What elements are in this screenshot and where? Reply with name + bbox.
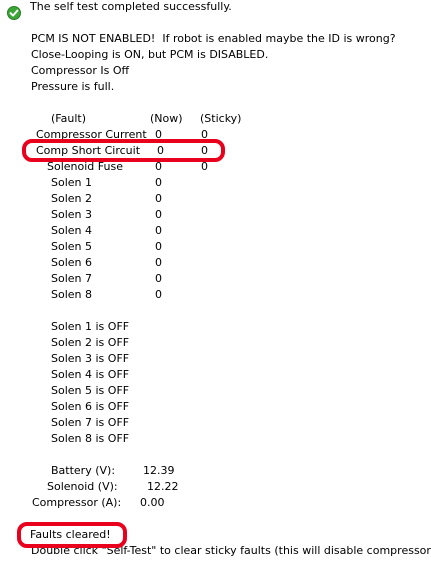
close-loop-status: Close-Looping is ON, but PCM is DISABLED… xyxy=(31,48,269,61)
solenoid-state-8: Solen 8 is OFF xyxy=(51,432,130,445)
green-check-icon xyxy=(7,6,21,20)
fault-now-solen-2: 0 xyxy=(155,192,162,205)
status-icon xyxy=(7,6,21,20)
compressor-current-value: 0.00 xyxy=(140,496,165,509)
fault-now-solenoid-fuse: 0 xyxy=(155,160,162,173)
fault-now-solen-7: 0 xyxy=(155,272,162,285)
faults-cleared-highlight xyxy=(17,522,127,548)
solenoid-state-5: Solen 5 is OFF xyxy=(51,384,130,397)
solenoid-state-4: Solen 4 is OFF xyxy=(51,368,130,381)
solenoid-state-6: Solen 6 is OFF xyxy=(51,400,130,413)
fault-now-solen-4: 0 xyxy=(155,224,162,237)
fault-name-solen-8: Solen 8 xyxy=(51,288,93,301)
fault-name-solen-2: Solen 2 xyxy=(51,192,93,205)
fault-now-solen-8: 0 xyxy=(155,288,162,301)
status-message: The self test completed successfully. xyxy=(30,0,232,13)
battery-voltage-label: Battery (V): xyxy=(51,464,116,477)
fault-sticky-solenoid-fuse: 0 xyxy=(201,160,208,173)
solenoid-voltage-label: Solenoid (V): xyxy=(47,480,118,493)
fault-name-solen-6: Solen 6 xyxy=(51,256,93,269)
compressor-status: Compressor Is Off xyxy=(31,64,130,77)
solenoid-voltage-value: 12.22 xyxy=(147,480,179,493)
fault-name-solen-7: Solen 7 xyxy=(51,272,93,285)
battery-voltage-value: 12.39 xyxy=(143,464,175,477)
fault-name-solen-5: Solen 5 xyxy=(51,240,93,253)
compressor-current-label: Compressor (A): xyxy=(32,496,122,509)
fault-now-solen-6: 0 xyxy=(155,256,162,269)
solenoid-state-2: Solen 2 is OFF xyxy=(51,336,130,349)
comp-short-circuit-highlight xyxy=(22,139,225,162)
pressure-status: Pressure is full. xyxy=(31,80,115,93)
now-column-header: (Now) xyxy=(150,112,183,125)
fault-now-solen-5: 0 xyxy=(155,240,162,253)
solenoid-state-7: Solen 7 is OFF xyxy=(51,416,130,429)
fault-name-solenoid-fuse: Solenoid Fuse xyxy=(47,160,123,173)
fault-now-solen-3: 0 xyxy=(155,208,162,221)
fault-now-solen-1: 0 xyxy=(155,176,162,189)
solenoid-state-1: Solen 1 is OFF xyxy=(51,320,130,333)
fault-name-solen-3: Solen 3 xyxy=(51,208,93,221)
sticky-column-header: (Sticky) xyxy=(200,112,242,125)
fault-name-solen-4: Solen 4 xyxy=(51,224,93,237)
fault-column-header: (Fault) xyxy=(51,112,86,125)
solenoid-state-3: Solen 3 is OFF xyxy=(51,352,130,365)
fault-name-solen-1: Solen 1 xyxy=(51,176,93,189)
pcm-enabled-warning: PCM IS NOT ENABLED! If robot is enabled … xyxy=(31,32,396,45)
